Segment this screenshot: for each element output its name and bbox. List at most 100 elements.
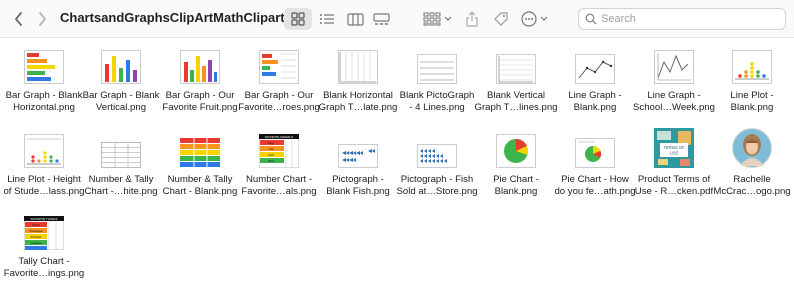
school-line-graph-icon xyxy=(654,50,694,84)
tally-chart-row: Pretzels xyxy=(31,235,42,239)
window-title: ChartsandGraphsClipArtMathClipart-1 xyxy=(60,10,297,25)
file-thumbnail xyxy=(494,44,538,84)
file-name: Bar Graph - Blank Horizontal.png xyxy=(5,90,83,113)
bar-chart-horizontal-icon xyxy=(24,50,64,84)
blank-horizontal-graph-icon xyxy=(338,50,378,84)
tally-table-colored-icon xyxy=(180,138,220,168)
blank-vertical-graph-icon xyxy=(496,54,536,84)
group-button[interactable] xyxy=(422,8,454,30)
group-grid-icon xyxy=(423,12,452,26)
file-name: Number Chart - Favorite…als.png xyxy=(241,174,317,197)
list-view-icon xyxy=(320,14,334,24)
file-name: Pictograph - Blank Fish.png xyxy=(326,174,390,197)
file-thumbnail xyxy=(415,128,459,168)
terms-title-line1: TERMS OF xyxy=(663,145,685,150)
heroes-bar-chart-icon xyxy=(259,50,299,84)
file-name: Blank Horizontal Graph T…late.png xyxy=(318,90,398,113)
file-thumbnail xyxy=(178,128,222,168)
tags-button[interactable] xyxy=(490,8,512,30)
number-chart-icon: FAVORITE ANIMALS Dog Cat Fish Bird xyxy=(259,134,299,168)
file-thumbnail xyxy=(336,44,380,84)
number-chart-row: Bird xyxy=(268,159,274,163)
file-thumbnail xyxy=(99,44,143,84)
fish-sold-pictograph-icon xyxy=(417,144,457,168)
grid-view-icon xyxy=(291,12,305,26)
finder-toolbar: ChartsandGraphsClipArtMathClipart-1 xyxy=(0,0,794,38)
tally-chart-row: Pizza xyxy=(32,223,40,227)
file-name: Line Plot - Blank.png xyxy=(730,90,774,113)
gallery-view-button[interactable] xyxy=(368,8,394,30)
file-name: Pie Chart - How do you fe…ath.png xyxy=(554,174,636,197)
logo-portrait-icon xyxy=(732,128,772,168)
file-thumbnail: FAVORITE ANIMALS Dog Cat Fish Bird xyxy=(257,128,301,168)
gallery-view-icon xyxy=(372,12,390,25)
file-thumbnail xyxy=(573,128,617,168)
file-name: Bar Graph - Blank Vertical.png xyxy=(82,90,160,113)
file-thumbnail xyxy=(22,44,66,84)
file-name: Bar Graph - Our Favorite Fruit.png xyxy=(162,90,238,113)
file-name: Line Plot - Height of Stude…lass.png xyxy=(3,174,85,197)
column-view-icon xyxy=(346,12,364,26)
height-line-plot-icon xyxy=(24,134,64,168)
file-thumbnail xyxy=(573,44,617,84)
file-name: Blank Vertical Graph T…lines.png xyxy=(474,90,558,113)
ellipsis-circle-icon xyxy=(521,11,548,27)
number-chart-row: Cat xyxy=(269,147,274,151)
number-chart-row: Fish xyxy=(268,153,274,157)
file-thumbnail xyxy=(99,128,143,168)
blank-pictograph-icon xyxy=(417,54,457,84)
file-thumbnail xyxy=(257,44,301,84)
tally-chart-row: Cookies xyxy=(31,241,42,245)
search-field[interactable] xyxy=(578,8,786,30)
file-thumbnail xyxy=(652,44,696,84)
share-button[interactable] xyxy=(462,8,482,30)
list-view-button[interactable] xyxy=(314,8,340,30)
line-plot-icon xyxy=(732,50,772,84)
icon-view-button[interactable] xyxy=(284,8,312,30)
fish-pictograph-icon xyxy=(338,144,378,168)
file-name: Line Graph - Blank.png xyxy=(568,90,622,113)
file-name: Number & Tally Chart -…hite.png xyxy=(84,174,158,197)
file-thumbnail xyxy=(730,44,774,84)
file-thumbnail xyxy=(730,128,774,168)
file-name: Product Terms of Use - R…cken.pdf xyxy=(634,174,714,197)
search-icon xyxy=(585,13,597,25)
file-name: Blank PictoGraph - 4 Lines.png xyxy=(399,90,475,113)
chevron-right-icon xyxy=(38,12,46,26)
file-name: Line Graph - School…Week.png xyxy=(633,90,715,113)
file-thumbnail xyxy=(22,128,66,168)
share-icon xyxy=(466,11,478,27)
forward-button[interactable] xyxy=(34,9,50,29)
terms-title-line2: USE xyxy=(670,151,679,156)
back-button[interactable] xyxy=(10,9,26,29)
column-view-button[interactable] xyxy=(342,8,368,30)
file-name: Pictograph - Fish Sold at…Store.png xyxy=(396,174,478,197)
tag-icon xyxy=(494,12,508,26)
fruit-bar-chart-icon xyxy=(180,50,220,84)
action-menu-button[interactable] xyxy=(520,8,552,30)
file-name: Tally Chart - Favorite…ings.png xyxy=(3,256,85,279)
tally-table-white-icon xyxy=(101,142,141,168)
chevron-left-icon xyxy=(14,12,22,26)
file-thumbnail xyxy=(415,44,459,84)
file-name: Rachelle McCrac…ogo.png xyxy=(713,174,791,197)
file-name: Pie Chart - Blank.png xyxy=(493,174,539,197)
tally-chart-icon: FAVORITE THINGS Pizza Pineapple Pretzels Coo… xyxy=(24,216,64,250)
file-thumbnail xyxy=(494,128,538,168)
file-thumbnail xyxy=(178,44,222,84)
file-name: Bar Graph - Our Favorite…roes.png xyxy=(238,90,320,113)
file-name: Number & Tally Chart - Blank.png xyxy=(162,174,238,197)
number-chart-header: FAVORITE ANIMALS xyxy=(265,135,293,139)
file-thumbnail: FAVORITE THINGS Pizza Pineapple Pretzels Coo… xyxy=(22,210,66,250)
terms-of-use-pdf-icon: TERMS OFUSE xyxy=(654,128,694,168)
math-feelings-pie-chart-icon xyxy=(575,138,615,168)
file-thumbnail: TERMS OF USE xyxy=(652,128,696,168)
search-input[interactable] xyxy=(601,11,781,27)
file-thumbnail xyxy=(336,128,380,168)
bar-chart-vertical-icon xyxy=(101,50,141,84)
pie-chart-icon xyxy=(496,134,536,168)
line-graph-icon xyxy=(575,54,615,84)
number-chart-row: Dog xyxy=(268,141,274,145)
tally-chart-header: FAVORITE THINGS xyxy=(31,217,58,221)
tally-chart-row: Pineapple xyxy=(29,229,43,233)
